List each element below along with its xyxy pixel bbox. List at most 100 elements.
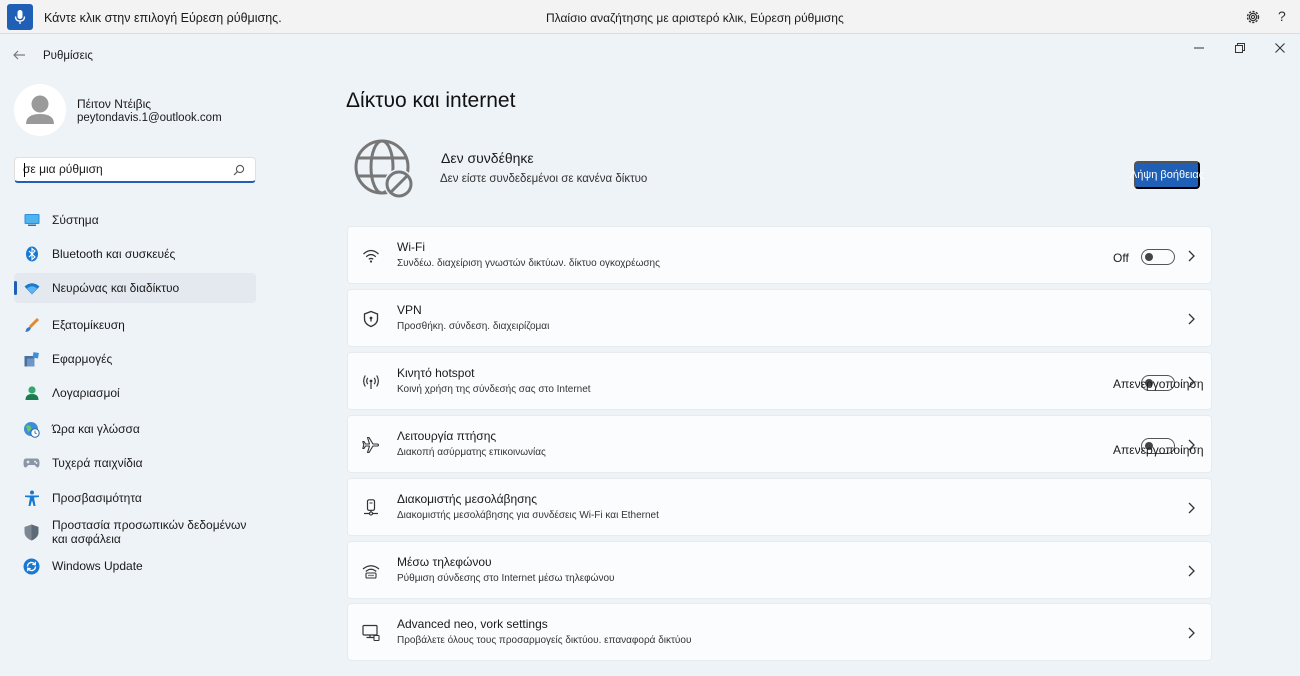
search-box[interactable] [14, 157, 256, 183]
chevron-right-icon[interactable] [1187, 627, 1195, 639]
sidebar-item-privacy-security[interactable]: Προστασία προσωπικών δεδομένων και ασφάλ… [14, 517, 256, 547]
sidebar-item-label: Προσβασιμότητα [52, 491, 142, 505]
voice-prompt: Κάντε κλικ στην επιλογή Εύρεση ρύθμισης. [44, 11, 282, 25]
airplane-icon [362, 436, 380, 454]
minimize-icon [1194, 47, 1204, 49]
chevron-right-icon[interactable] [1187, 313, 1195, 325]
window-title: Ρυθμίσεις [43, 50, 93, 62]
connection-status-subtitle: Δεν είστε συνδεδεμένοι σε κανένα δίκτυο [440, 173, 648, 185]
wifi-card[interactable]: Wi-Fi Συνδέω. διαχείριση γνωστών δικτύων… [347, 226, 1212, 284]
hotspot-icon [363, 375, 379, 389]
close-icon [1275, 43, 1285, 53]
text-caret [24, 163, 25, 177]
minimize-button[interactable] [1189, 40, 1209, 56]
sidebar-item-label: Bluetooth και συσκευές [52, 247, 176, 261]
wifi-toggle[interactable] [1141, 249, 1175, 265]
back-arrow-icon[interactable] [12, 48, 26, 62]
card-subtitle: Ρύθμιση σύνδεσης στο Internet μέσω τηλεφ… [397, 573, 615, 584]
gamepad-icon [23, 455, 40, 472]
card-title: Wi-Fi [397, 240, 425, 254]
apps-icon [23, 351, 40, 368]
get-help-button[interactable]: Λήψη βοήθειας [1130, 161, 1204, 189]
search-icon[interactable] [233, 164, 245, 176]
card-title: Κινητό hotspot [397, 366, 475, 380]
card-subtitle: Διακομιστής μεσολάβησης για συνδέσεις Wi… [397, 510, 659, 521]
sidebar-item-label: Windows Update [52, 559, 143, 573]
connection-status-title: Δεν συνδέθηκε [441, 150, 534, 166]
wifi-toggle-label: Off [1113, 251, 1129, 265]
voice-access-bar: Κάντε κλικ στην επιλογή Εύρεση ρύθμισης.… [0, 0, 1300, 34]
sidebar-item-label: Λογαριασμοί [52, 386, 120, 400]
sidebar-item-personalization[interactable]: Εξατομίκευση [14, 310, 256, 340]
shield-icon [23, 524, 40, 541]
dial-up-card[interactable]: Μέσω τηλεφώνου Ρύθμιση σύνδεσης στο Inte… [347, 541, 1212, 599]
avatar[interactable] [14, 84, 66, 136]
sidebar-item-network[interactable]: Νευρώνας και διαδίκτυο [14, 273, 256, 303]
bluetooth-icon [23, 246, 40, 263]
globe-disconnected-icon [354, 139, 414, 199]
update-icon [23, 558, 40, 575]
card-subtitle: Κοινή χρήση της σύνδεσής σας στο Interne… [397, 384, 591, 395]
card-title: Μέσω τηλεφώνου [397, 555, 492, 569]
sidebar-item-label: Σύστημα [52, 213, 99, 227]
toggle-knob [1145, 252, 1153, 261]
sidebar-item-label: Τυχερά παιχνίδια [52, 456, 143, 470]
brush-icon [23, 317, 40, 334]
chevron-right-icon[interactable] [1187, 565, 1195, 577]
chevron-right-icon[interactable] [1187, 250, 1195, 262]
proxy-icon [364, 499, 378, 516]
chevron-right-icon[interactable] [1187, 439, 1195, 451]
airplane-mode-card[interactable]: Λειτουργία πτήσης Διακοπή ασύρματης επικ… [347, 415, 1212, 473]
wifi-icon [23, 280, 40, 297]
chevron-right-icon[interactable] [1187, 502, 1195, 514]
microphone-button[interactable] [7, 4, 33, 30]
sidebar-item-label: Νευρώνας και διαδίκτυο [52, 281, 180, 295]
microphone-icon [14, 10, 26, 24]
sidebar-item-label: Προστασία προσωπικών δεδομένων και ασφάλ… [52, 518, 247, 546]
help-button[interactable]: ? [1278, 8, 1286, 24]
sidebar-item-label: Εξατομίκευση [52, 318, 125, 332]
chevron-right-icon[interactable] [1187, 376, 1195, 388]
user-icon [26, 95, 54, 124]
sidebar-item-bluetooth[interactable]: Bluetooth και συσκευές [14, 239, 256, 269]
sidebar-item-accessibility[interactable]: Προσβασιμότητα [14, 483, 256, 513]
close-button[interactable] [1270, 40, 1290, 56]
card-subtitle: Συνδέω. διαχείριση γνωστών δικτύων. δίκτ… [397, 258, 660, 269]
user-email: peytondavis.1@outlook.com [77, 112, 222, 124]
proxy-card[interactable]: Διακομιστής μεσολάβησης Διακομιστής μεσο… [347, 478, 1212, 536]
card-title: VPN [397, 303, 422, 317]
sidebar-item-label: Ώρα και γλώσσα [52, 422, 140, 436]
sidebar-item-time-language[interactable]: Ώρα και γλώσσα [14, 414, 256, 444]
active-indicator [14, 281, 17, 295]
advanced-network-settings-card[interactable]: Advanced neo, vork settings Προβάλετε όλ… [347, 603, 1212, 661]
sidebar-item-apps[interactable]: Εφαρμογές [14, 344, 256, 374]
restore-button[interactable] [1230, 40, 1250, 56]
card-title: Advanced neo, vork settings [397, 617, 548, 631]
search-input[interactable] [23, 158, 223, 180]
sidebar-item-system[interactable]: Σύστημα [14, 205, 256, 235]
monitor-network-icon [362, 624, 380, 642]
restore-icon [1235, 43, 1245, 53]
card-subtitle: Διακοπή ασύρματης επικοινωνίας [397, 447, 546, 458]
card-title: Λειτουργία πτήσης [397, 429, 497, 443]
system-icon [23, 212, 40, 229]
accessibility-icon [23, 490, 40, 507]
wifi-icon [363, 249, 379, 263]
voice-status: Πλαίσιο αναζήτησης με αριστερό κλικ, Εύρ… [546, 11, 844, 25]
sidebar-item-label: Εφαρμογές [52, 352, 113, 366]
card-subtitle: Προσθήκη. σύνδεση. διαχειρίζομαι [397, 321, 550, 332]
sidebar-item-windows-update[interactable]: Windows Update [14, 551, 256, 581]
vpn-card[interactable]: VPN Προσθήκη. σύνδεση. διαχειρίζομαι [347, 289, 1212, 347]
dialup-icon [362, 565, 380, 579]
card-title: Διακομιστής μεσολάβησης [397, 492, 537, 506]
sidebar-item-accounts[interactable]: Λογαριασμοί [14, 378, 256, 408]
mobile-hotspot-card[interactable]: Κινητό hotspot Κοινή χρήση της σύνδεσής … [347, 352, 1212, 410]
card-subtitle: Προβάλετε όλους τους προσαρμογείς δικτύο… [397, 635, 692, 646]
page-title: Δίκτυο και internet [346, 89, 516, 112]
sidebar-item-gaming[interactable]: Τυχερά παιχνίδια [14, 448, 256, 478]
vpn-shield-icon [363, 310, 379, 328]
user-name: Πέιτον Ντέιβις [77, 97, 152, 111]
gear-icon[interactable] [1244, 8, 1262, 26]
account-icon [23, 385, 40, 402]
globe-clock-icon [23, 421, 40, 438]
